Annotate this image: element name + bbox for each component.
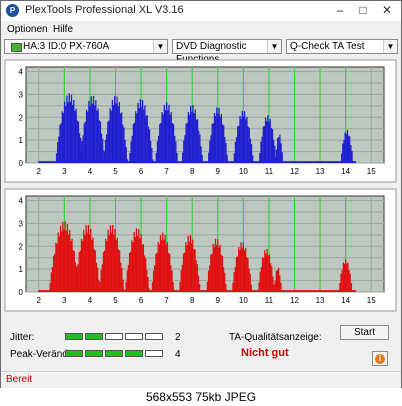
x-tick-label: 9 [216, 167, 221, 176]
y-tick-label: 1 [19, 136, 24, 145]
led-segment [65, 350, 83, 357]
x-tick-label: 9 [216, 296, 221, 305]
led-segment [105, 333, 123, 340]
led-segment [105, 350, 123, 357]
x-tick-label: 4 [88, 167, 93, 176]
status-text: Bereit [6, 374, 33, 385]
x-tick-label: 12 [290, 296, 299, 305]
y-tick-label: 0 [19, 288, 24, 297]
plextools-window: P PlexTools Professional XL V3.16 – □ ✕ … [0, 0, 402, 388]
led-segment [145, 350, 163, 357]
x-tick-label: 5 [113, 296, 118, 305]
y-tick-label: 4 [19, 197, 24, 206]
charts-area: 43.532.521.510.5023456789101112131415 43… [4, 59, 397, 312]
x-tick-label: 2 [37, 167, 42, 176]
x-tick-label: 8 [190, 296, 195, 305]
x-tick-label: 11 [265, 167, 274, 176]
peak-value: 4 [175, 349, 181, 360]
y-tick-label: 3 [19, 219, 24, 228]
x-tick-label: 6 [139, 296, 144, 305]
x-tick-label: 8 [190, 167, 195, 176]
ta-quality-verdict: Nicht gut [241, 347, 289, 359]
x-tick-label: 12 [290, 167, 299, 176]
x-tick-label: 14 [341, 296, 350, 305]
y-tick-label: 0 [19, 159, 24, 168]
led-segment [85, 333, 103, 340]
y-tick-label: 2 [19, 113, 24, 122]
x-tick-label: 3 [62, 296, 67, 305]
jitter-led-bar [65, 333, 163, 340]
led-segment [145, 333, 163, 340]
x-tick-label: 7 [164, 296, 169, 305]
jitter-value: 2 [175, 332, 181, 343]
x-tick-label: 15 [367, 296, 376, 305]
y-tick-label: 1 [19, 265, 24, 274]
y-tick-label: 3 [19, 90, 24, 99]
chart-top: 43.532.521.510.5023456789101112131415 [4, 59, 397, 183]
x-tick-label: 4 [88, 296, 93, 305]
status-bar: Bereit [1, 371, 401, 388]
led-segment [125, 350, 143, 357]
x-tick-label: 10 [239, 167, 248, 176]
x-tick-label: 11 [265, 296, 274, 305]
x-tick-label: 7 [164, 167, 169, 176]
y-tick-label: 4 [19, 68, 24, 77]
x-tick-label: 14 [341, 167, 350, 176]
start-button[interactable]: Start [340, 325, 389, 340]
x-tick-label: 10 [239, 296, 248, 305]
ta-quality-label: TA-Qualitätsanzeige: [229, 332, 322, 343]
y-tick-label: 2 [19, 242, 24, 251]
x-tick-label: 13 [316, 167, 325, 176]
jitter-label: Jitter: [10, 332, 35, 343]
info-button[interactable]: i [372, 351, 388, 366]
image-caption: 568x553 75kb JPEG [0, 388, 402, 406]
peak-led-bar [65, 350, 163, 357]
x-tick-label: 13 [316, 296, 325, 305]
info-icon: i [375, 354, 385, 364]
chart-bottom: 43.532.521.510.5023456789101112131415 [4, 188, 397, 312]
x-tick-label: 6 [139, 167, 144, 176]
x-tick-label: 15 [367, 167, 376, 176]
led-segment [125, 333, 143, 340]
x-tick-label: 2 [37, 296, 42, 305]
peak-label: Peak-Veränd: [10, 349, 71, 360]
led-segment [65, 333, 83, 340]
x-tick-label: 3 [62, 167, 67, 176]
x-tick-label: 5 [113, 167, 118, 176]
led-segment [85, 350, 103, 357]
